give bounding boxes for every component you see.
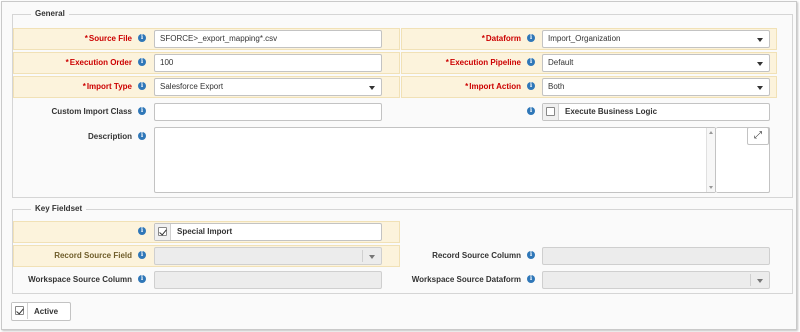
info-icon[interactable]: i	[138, 227, 146, 235]
execute-business-logic-checkbox[interactable]: Execute Business Logic	[542, 103, 770, 121]
info-icon[interactable]: i	[138, 107, 146, 115]
general-group: General *Source File i SFORCE>_export_ma…	[12, 9, 793, 198]
info-icon[interactable]: i	[138, 251, 146, 259]
info-icon[interactable]: i	[138, 132, 146, 140]
checkbox-cell	[543, 104, 559, 120]
record-source-field-label: Record Source Field	[54, 251, 132, 260]
chevron-down-icon	[369, 86, 375, 90]
import-settings-dialog: General *Source File i SFORCE>_export_ma…	[1, 1, 797, 330]
execution-pipeline-label: *Execution Pipeline	[445, 58, 521, 67]
general-legend: General	[31, 9, 69, 18]
info-icon[interactable]: i	[527, 251, 535, 259]
special-import-checkbox[interactable]: Special Import	[154, 223, 382, 241]
workspace-source-column-label: Workspace Source Column	[28, 275, 132, 284]
scroll-up-arrow-icon[interactable]	[709, 131, 713, 134]
dataform-select[interactable]: Import_Organization	[542, 30, 770, 48]
execution-pipeline-value: Default	[548, 58, 574, 67]
info-icon[interactable]: i	[527, 275, 535, 283]
dataform-label: *Dataform	[481, 34, 521, 43]
workspace-source-dataform-select[interactable]	[542, 271, 770, 289]
chevron-down-icon	[757, 38, 763, 42]
expand-button[interactable]: ⤢	[747, 127, 769, 145]
execute-business-logic-label: Execute Business Logic	[565, 107, 658, 116]
select-separator	[750, 274, 751, 286]
chevron-down-icon	[757, 62, 763, 66]
info-icon[interactable]: i	[138, 34, 146, 42]
expand-icon: ⤢	[754, 130, 762, 141]
info-icon[interactable]: i	[527, 82, 535, 90]
source-file-input[interactable]: SFORCE>_export_mapping*.csv	[154, 30, 382, 48]
workspace-source-dataform-label: Workspace Source Dataform	[411, 275, 521, 284]
import-action-label: *Import Action	[465, 82, 521, 91]
source-file-label: *Source File	[84, 34, 132, 43]
workspace-source-column-input[interactable]	[154, 271, 382, 289]
execution-pipeline-select[interactable]: Default	[542, 54, 770, 72]
info-icon[interactable]: i	[138, 82, 146, 90]
description-textarea[interactable]	[154, 127, 716, 193]
select-separator	[362, 250, 363, 262]
dataform-value: Import_Organization	[548, 34, 621, 43]
key-fieldset-legend: Key Fieldset	[31, 204, 87, 213]
active-label: Active	[34, 307, 59, 316]
check-icon[interactable]	[158, 227, 167, 236]
import-type-select[interactable]: Salesforce Export	[154, 78, 382, 96]
import-action-value: Both	[548, 82, 565, 91]
description-scrollbar[interactable]	[706, 128, 715, 192]
checkbox-unchecked[interactable]	[546, 107, 555, 116]
info-icon[interactable]: i	[138, 275, 146, 283]
special-import-label: Special Import	[177, 227, 233, 236]
record-source-column-label: Record Source Column	[432, 251, 521, 260]
chevron-down-icon	[369, 255, 375, 259]
info-icon[interactable]: i	[527, 58, 535, 66]
description-label: Description	[87, 132, 132, 141]
checkbox-cell	[12, 303, 28, 319]
chevron-down-icon	[757, 279, 763, 283]
key-fieldset-group: Key Fieldset i Special Import Record Sou…	[12, 204, 793, 294]
import-type-label: *Import Type	[82, 82, 132, 91]
execution-order-input[interactable]: 100	[154, 54, 382, 72]
active-checkbox[interactable]: Active	[11, 302, 71, 321]
record-source-field-select[interactable]	[154, 247, 382, 265]
import-action-select[interactable]: Both	[542, 78, 770, 96]
checkbox-cell	[155, 224, 171, 240]
import-type-value: Salesforce Export	[160, 82, 224, 91]
record-source-column-input[interactable]	[542, 247, 770, 265]
check-icon[interactable]	[15, 306, 24, 315]
custom-import-class-label: Custom Import Class	[51, 107, 132, 116]
execution-order-label: *Execution Order	[65, 58, 132, 67]
custom-import-class-input[interactable]	[154, 103, 382, 121]
info-icon[interactable]: i	[527, 34, 535, 42]
chevron-down-icon	[757, 86, 763, 90]
scroll-down-arrow-icon[interactable]	[709, 186, 713, 189]
info-icon[interactable]: i	[527, 107, 535, 115]
info-icon[interactable]: i	[138, 58, 146, 66]
